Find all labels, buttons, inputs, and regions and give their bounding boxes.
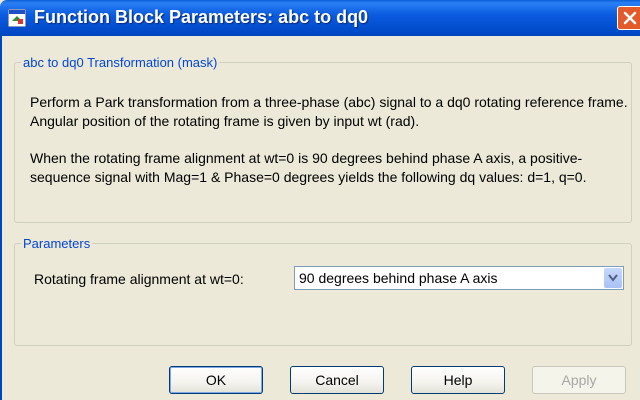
close-icon [623, 11, 637, 25]
mask-description-1: Perform a Park transformation from a thr… [30, 94, 628, 129]
dialog-window: Function Block Parameters: abc to dq0 ab… [0, 0, 640, 400]
cancel-button[interactable]: Cancel [290, 366, 384, 394]
mask-description-2: When the rotating frame alignment at wt=… [30, 150, 587, 185]
window-border [0, 36, 2, 400]
app-icon [7, 8, 27, 28]
title-bar[interactable]: Function Block Parameters: abc to dq0 [0, 0, 640, 36]
dropdown-button[interactable] [604, 268, 622, 288]
parameters-legend: Parameters [23, 236, 91, 251]
alignment-dropdown[interactable]: 90 degrees behind phase A axis [294, 266, 624, 290]
chevron-down-icon [608, 274, 618, 282]
help-button[interactable]: Help [411, 366, 505, 394]
mask-legend: abc to dq0 Transformation (mask) [23, 55, 218, 70]
apply-button[interactable]: Apply [532, 366, 626, 394]
window-title: Function Block Parameters: abc to dq0 [34, 7, 369, 27]
ok-button[interactable]: OK [169, 366, 263, 394]
close-button[interactable] [617, 6, 640, 30]
parameters-group: Parameters [14, 236, 632, 346]
mask-group: abc to dq0 Transformation (mask) [14, 55, 632, 223]
alignment-value: 90 degrees behind phase A axis [299, 270, 498, 286]
alignment-label: Rotating frame alignment at wt=0: [34, 271, 244, 287]
